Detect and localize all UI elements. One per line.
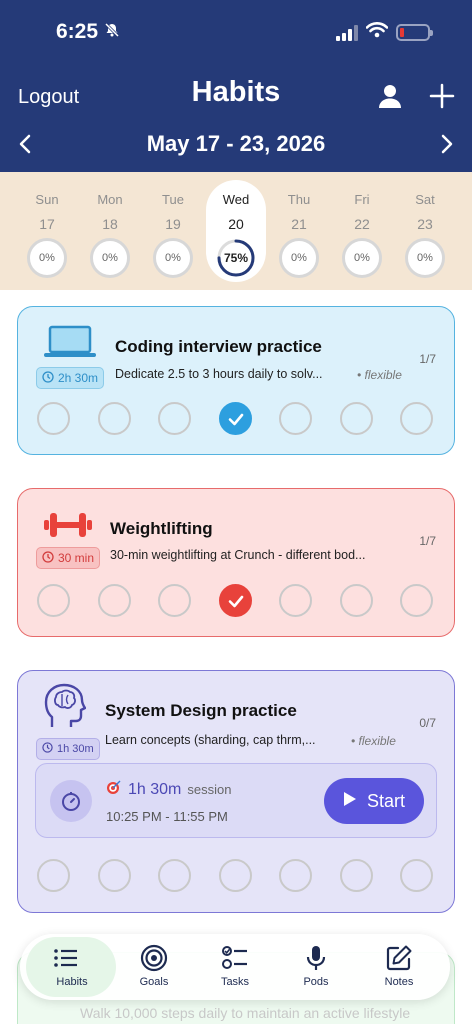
day-check[interactable] [400,584,433,617]
nav-notes[interactable]: Notes [359,934,439,1000]
tasks-icon [221,944,249,972]
target-icon [140,944,168,972]
day-check[interactable] [158,402,191,435]
day-progress-ring: 0% [153,238,193,278]
chevron-left-icon[interactable] [14,132,36,156]
habit-title: System Design practice [105,701,297,720]
nav-goals[interactable]: Goals [114,934,194,1000]
timer-icon [50,780,92,822]
habit-description: 30-min weightlifting at Crunch - differe… [110,548,366,562]
habit-title: Weightlifting [110,519,213,538]
chevron-right-icon[interactable] [436,132,458,156]
day-thu[interactable]: Thu 21 0% [268,172,330,290]
wifi-icon [365,22,389,43]
bell-muted-icon [104,20,120,44]
completion-count: 0/7 [419,716,436,730]
day-check[interactable] [219,859,252,892]
checkmark-icon [228,413,244,426]
day-check[interactable] [98,859,131,892]
day-check[interactable] [400,859,433,892]
flexible-tag: • flexible [357,368,402,382]
profile-icon[interactable] [376,82,404,110]
day-checks [37,402,437,436]
day-check[interactable] [279,584,312,617]
day-check[interactable] [340,859,373,892]
habit-description: Learn concepts (sharding, cap thrm,... [105,733,316,747]
day-check[interactable] [98,584,131,617]
day-check[interactable] [279,402,312,435]
day-check[interactable] [98,402,131,435]
dumbbell-icon [42,511,94,544]
day-check[interactable] [400,402,433,435]
nav-pods[interactable]: Pods [276,934,356,1000]
week-strip: Sun 17 0% Mon 18 0% Tue 19 0% Wed 20 75%… [0,172,472,290]
play-icon [343,791,357,812]
day-check[interactable] [279,859,312,892]
clock-icon [42,550,54,566]
laptop-icon [42,325,98,364]
habit-card-coding[interactable]: 2h 30m Coding interview practice Dedicat… [17,306,455,455]
day-check[interactable] [37,402,70,435]
signal-icon [336,24,358,41]
nav-tasks[interactable]: Tasks [195,934,275,1000]
duration-badge: 2h 30m [36,367,105,389]
day-sun[interactable]: Sun 17 0% [16,172,78,290]
checkmark-icon [228,595,244,608]
app-header: 6:25 Logout Habits May 17 - 23, 2026 [0,0,472,172]
microphone-icon [302,944,330,972]
date-range: May 17 - 23, 2026 [146,131,326,156]
day-check-done[interactable] [219,402,252,435]
day-wed[interactable]: Wed 20 75% [205,172,267,290]
day-check[interactable] [37,859,70,892]
clock-icon [42,742,53,756]
day-fri[interactable]: Fri 22 0% [331,172,393,290]
day-check[interactable] [340,402,373,435]
target-dart-icon [106,779,122,800]
bottom-nav: Habits Goals Tasks Pods Notes [20,934,450,1000]
day-checks [37,584,437,618]
habit-card-weightlifting[interactable]: 30 min Weightlifting 30-min weightliftin… [17,488,455,637]
clock-icon [42,370,54,386]
habit-title: Coding interview practice [115,337,322,356]
day-tue[interactable]: Tue 19 0% [142,172,204,290]
day-mon[interactable]: Mon 18 0% [79,172,141,290]
day-sat[interactable]: Sat 23 0% [394,172,456,290]
brain-head-icon [44,683,87,734]
battery-icon [396,24,433,41]
status-time: 6:25 [56,20,120,44]
day-progress-ring: 0% [90,238,130,278]
day-check-done[interactable] [219,584,252,617]
flexible-tag: • flexible [351,734,396,748]
day-check[interactable] [340,584,373,617]
logout-button[interactable]: Logout [18,86,79,109]
session-panel: 1h 30m session 10:25 PM - 11:55 PM Start [35,763,437,838]
duration-badge: 1h 30m [36,738,100,760]
day-check[interactable] [158,584,191,617]
day-progress-ring: 0% [342,238,382,278]
session-time-range: 10:25 PM - 11:55 PM [106,809,228,824]
duration-badge: 30 min [36,547,101,569]
status-icons [336,22,433,43]
list-icon [52,944,80,972]
day-check[interactable] [37,584,70,617]
session-duration: 1h 30m session [106,779,231,800]
day-checks [37,859,437,893]
start-button[interactable]: Start [324,778,424,824]
edit-note-icon [385,944,413,972]
habit-description: Walk 10,000 steps daily to maintain an a… [80,1005,411,1021]
status-bar: 6:25 [0,18,472,48]
day-progress-ring: 0% [405,238,445,278]
day-progress-ring: 0% [27,238,67,278]
nav-habits[interactable]: Habits [20,934,116,1000]
habit-description: Dedicate 2.5 to 3 hours daily to solv... [115,367,323,381]
day-check[interactable] [158,859,191,892]
add-icon[interactable] [428,82,456,110]
completion-count: 1/7 [419,352,436,366]
completion-count: 1/7 [419,534,436,548]
habit-card-system-design[interactable]: 1h 30m System Design practice Learn conc… [17,670,455,913]
day-progress-ring: 0% [279,238,319,278]
